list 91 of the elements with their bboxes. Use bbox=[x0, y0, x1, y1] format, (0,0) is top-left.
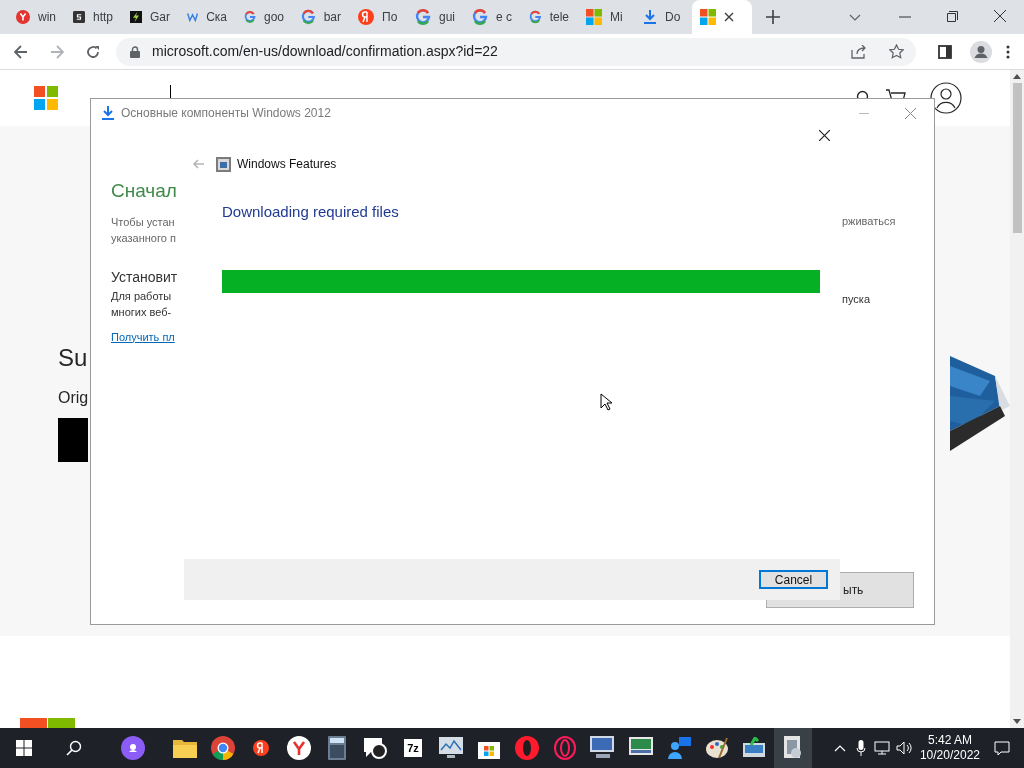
close-icon[interactable] bbox=[724, 12, 734, 22]
setup-subheading: Установит bbox=[111, 267, 179, 287]
browser-tab[interactable]: Mi bbox=[578, 0, 635, 34]
site-icon bbox=[472, 9, 488, 25]
site-icon bbox=[415, 9, 431, 25]
site-icon bbox=[130, 9, 142, 25]
restore-icon[interactable] bbox=[947, 11, 958, 22]
windows-logo-icon bbox=[700, 9, 716, 25]
download-link[interactable]: Получить пл bbox=[111, 328, 185, 345]
browser-tab[interactable]: Ска bbox=[179, 0, 236, 34]
monitor-icon bbox=[439, 737, 463, 759]
browser-tab[interactable]: win bbox=[8, 0, 65, 34]
opera-icon bbox=[553, 736, 577, 760]
download-icon bbox=[643, 9, 657, 25]
network-icon[interactable] bbox=[873, 741, 890, 755]
windows-logo-icon bbox=[34, 86, 58, 110]
reload-icon[interactable] bbox=[86, 44, 100, 59]
person-icon bbox=[667, 736, 691, 760]
opera-icon bbox=[515, 736, 539, 760]
browser-tab[interactable]: goo bbox=[236, 0, 293, 34]
taskbar-app[interactable] bbox=[774, 728, 812, 768]
intro-line: указанного п bbox=[111, 231, 177, 246]
body-line: Для работы bbox=[111, 288, 173, 304]
site-icon bbox=[301, 9, 316, 25]
installer-icon bbox=[743, 737, 767, 759]
menu-icon[interactable] bbox=[1006, 44, 1010, 59]
computer-icon bbox=[590, 736, 616, 760]
scroll-down-icon[interactable] bbox=[1013, 719, 1021, 724]
browser-tab[interactable]: http bbox=[65, 0, 122, 34]
profile-icon[interactable] bbox=[970, 40, 992, 63]
window-title: Основные компоненты Windows 2012 bbox=[121, 105, 331, 122]
new-tab-icon[interactable] bbox=[766, 10, 780, 24]
windows-logo-icon[interactable] bbox=[16, 740, 32, 756]
windows-logo-icon bbox=[586, 9, 602, 25]
palette-icon bbox=[705, 736, 729, 760]
setup-heading: Сначал bbox=[111, 179, 178, 203]
search-icon[interactable] bbox=[66, 740, 82, 756]
chrome-icon bbox=[211, 736, 235, 760]
browser-tab[interactable]: Do bbox=[635, 0, 692, 34]
address-bar[interactable]: microsoft.com/en-us/download/confirmation.aspx?id=22 bbox=[116, 37, 916, 66]
browser-tab[interactable]: По bbox=[350, 0, 407, 34]
site-icon bbox=[244, 9, 256, 25]
browser-tab[interactable]: Gar bbox=[122, 0, 179, 34]
account-icon[interactable] bbox=[930, 82, 962, 114]
archiver-icon: 7z bbox=[404, 739, 422, 757]
hero-heading: Su bbox=[58, 343, 89, 373]
side-panel-icon[interactable] bbox=[938, 44, 952, 59]
close-icon[interactable] bbox=[819, 130, 830, 141]
site-icon bbox=[529, 9, 542, 25]
hero-subheading: Orig bbox=[58, 388, 89, 408]
browser-tab[interactable]: bar bbox=[293, 0, 350, 34]
chat-bubble-icon bbox=[362, 736, 388, 760]
dialog-title: Windows Features bbox=[237, 156, 337, 173]
features-icon bbox=[216, 156, 231, 172]
site-icon bbox=[253, 740, 269, 756]
site-icon bbox=[16, 9, 30, 25]
browser-icon bbox=[287, 736, 311, 760]
folder-icon bbox=[173, 738, 197, 758]
site-icon bbox=[73, 9, 85, 25]
chevron-down-icon[interactable] bbox=[849, 14, 861, 22]
cursor-icon bbox=[600, 392, 612, 411]
body-line: рживаться bbox=[842, 214, 897, 229]
taskbar-app[interactable]: 7z bbox=[394, 728, 432, 768]
scrollbar-thumb[interactable] bbox=[1012, 83, 1022, 233]
body-line: многих веб- bbox=[111, 305, 173, 320]
calculator-icon bbox=[328, 736, 346, 760]
cancel-button[interactable]: Cancel bbox=[759, 570, 828, 589]
browser-tab[interactable]: gui bbox=[407, 0, 464, 34]
share-icon[interactable] bbox=[851, 44, 867, 59]
browser-tab[interactable] bbox=[692, 0, 752, 34]
site-icon bbox=[358, 9, 374, 25]
caret-up-icon[interactable] bbox=[833, 744, 846, 752]
back-icon[interactable] bbox=[14, 44, 28, 59]
clock-time[interactable]: 5:42 AM bbox=[927, 733, 972, 748]
intro-line: Чтобы устан bbox=[111, 214, 176, 230]
close-icon[interactable] bbox=[994, 10, 1006, 22]
features-icon bbox=[782, 736, 804, 760]
microphone-icon[interactable] bbox=[855, 740, 866, 756]
browser-tab[interactable]: tele bbox=[521, 0, 578, 34]
status-heading: Downloading required files bbox=[222, 202, 400, 222]
clock-date[interactable]: 10/20/2022 bbox=[919, 748, 980, 763]
download-icon bbox=[101, 105, 115, 121]
footer-logo-drawing bbox=[20, 718, 75, 728]
body-line: пуска bbox=[842, 291, 871, 307]
lock-icon bbox=[130, 45, 140, 58]
scroll-up-icon[interactable] bbox=[1013, 74, 1021, 79]
notification-icon[interactable] bbox=[994, 740, 1010, 756]
assistant-icon bbox=[121, 736, 145, 760]
star-icon[interactable] bbox=[889, 44, 904, 59]
browser-tab[interactable]: e c bbox=[464, 0, 521, 34]
volume-icon[interactable] bbox=[895, 741, 912, 755]
